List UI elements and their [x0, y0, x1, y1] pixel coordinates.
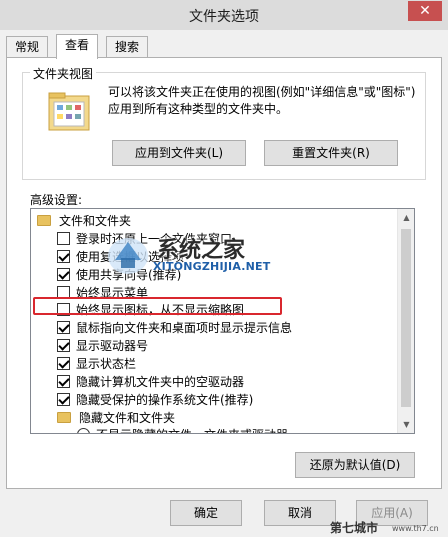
list-item-label: 隐藏文件和文件夹	[79, 410, 176, 425]
option-hide-protected-os-files[interactable]: 隐藏受保护的操作系统文件(推荐)	[57, 390, 253, 408]
radio-button[interactable]	[77, 427, 90, 433]
site-watermark: 系统之家 XITONGZHIJIA.NET	[105, 232, 310, 282]
watermark-url: XITONGZHIJIA.NET	[153, 260, 271, 273]
folder-icon	[37, 214, 51, 226]
folder-view-description: 可以将该文件夹正在使用的视图(例如"详细信息"或"图标")应用到所有这种类型的文…	[108, 85, 416, 116]
option-show-pop-up-description[interactable]: 鼠标指向文件夹和桌面项时显示提示信息	[57, 318, 292, 336]
restore-defaults-button[interactable]: 还原为默认值(D)	[295, 452, 415, 478]
option-dont-show-hidden[interactable]: 不显示隐藏的文件、文件夹或驱动器	[77, 425, 288, 434]
close-button[interactable]: ✕	[408, 1, 442, 21]
tree-folder-hidden-files: 隐藏文件和文件夹	[57, 408, 175, 426]
list-item-label: 文件和文件夹	[59, 213, 132, 228]
checkbox[interactable]	[57, 267, 70, 281]
checkbox[interactable]	[57, 392, 70, 406]
corner-watermark-title: 第七城市	[330, 521, 379, 535]
tree-folder-files-and-folders: 文件和文件夹	[37, 211, 131, 229]
watermark-logo-icon	[108, 238, 148, 274]
list-item-label: 不显示隐藏的文件、文件夹或驱动器	[96, 426, 288, 434]
list-item-label: 显示状态栏	[76, 356, 137, 371]
option-show-status-bar[interactable]: 显示状态栏	[57, 354, 136, 372]
checkbox[interactable]	[57, 338, 70, 352]
tab-search[interactable]: 搜索	[106, 36, 149, 58]
cancel-button[interactable]: 取消	[264, 500, 336, 526]
close-icon: ✕	[419, 3, 431, 19]
highlight-annotation	[33, 297, 282, 315]
apply-to-folders-button[interactable]: 应用到文件夹(L)	[112, 140, 246, 166]
list-item-label: 隐藏受保护的操作系统文件(推荐)	[76, 392, 254, 407]
advanced-settings-label: 高级设置:	[30, 193, 83, 207]
scrollbar-thumb[interactable]	[401, 229, 411, 407]
scroll-up-arrow-icon[interactable]: ▲	[398, 209, 414, 226]
tab-general[interactable]: 常规	[6, 36, 49, 58]
option-show-drive-letters[interactable]: 显示驱动器号	[57, 336, 148, 354]
list-item-label: 鼠标指向文件夹和桌面项时显示提示信息	[76, 320, 293, 335]
checkbox[interactable]	[57, 374, 70, 388]
option-hide-empty-drives[interactable]: 隐藏计算机文件夹中的空驱动器	[57, 372, 244, 390]
checkbox[interactable]	[57, 249, 70, 263]
checkbox[interactable]	[57, 320, 70, 334]
checkbox[interactable]	[57, 231, 70, 245]
title-bar: 文件夹选项 ✕	[0, 0, 448, 30]
folder-icon	[57, 411, 71, 423]
ok-button[interactable]: 确定	[170, 500, 242, 526]
vertical-scrollbar[interactable]: ▲ ▼	[397, 209, 414, 433]
checkbox[interactable]	[57, 356, 70, 370]
tab-view[interactable]: 查看	[56, 34, 99, 59]
window-title: 文件夹选项	[189, 9, 259, 25]
corner-watermark-url: www.th7.cn	[392, 524, 439, 533]
list-item-label: 显示驱动器号	[76, 338, 149, 353]
tab-strip: 常规 查看 搜索	[6, 34, 442, 59]
scroll-down-arrow-icon[interactable]: ▼	[398, 416, 414, 433]
folder-view-legend: 文件夹视图	[30, 65, 97, 82]
list-item-label: 隐藏计算机文件夹中的空驱动器	[76, 374, 245, 389]
reset-folders-button[interactable]: 重置文件夹(R)	[264, 140, 398, 166]
folder-view-icon	[48, 92, 90, 131]
